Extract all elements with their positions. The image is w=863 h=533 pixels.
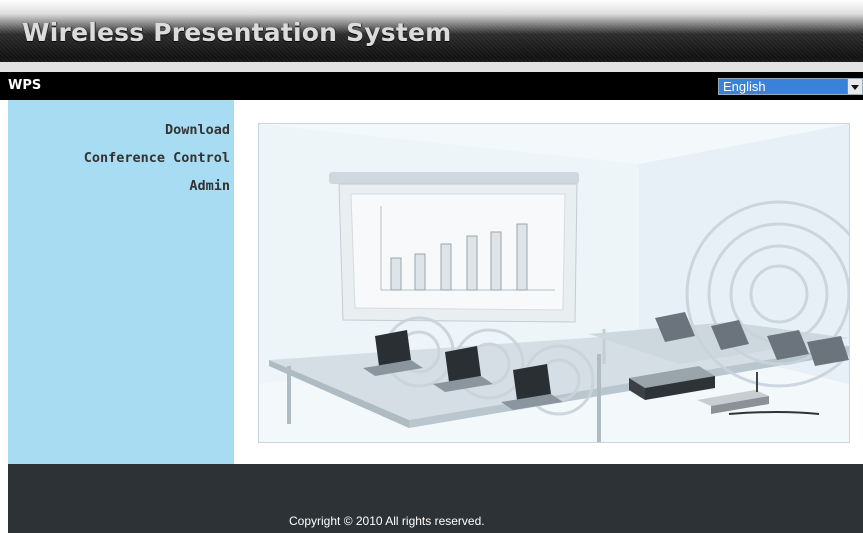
app-title: Wireless Presentation System: [22, 18, 452, 47]
conference-room-image: [259, 124, 849, 442]
copyright-text: Copyright © 2010 All rights reserved.: [289, 514, 485, 528]
language-select[interactable]: English: [718, 78, 863, 95]
language-select-value: English: [723, 79, 766, 94]
sidebar-item-download[interactable]: Download: [165, 122, 230, 138]
sidebar-item-conference-control[interactable]: Conference Control: [84, 150, 230, 166]
header-banner: Wireless Presentation System: [0, 0, 863, 62]
chevron-down-icon[interactable]: [847, 79, 862, 94]
sidebar-item-admin[interactable]: Admin: [189, 178, 230, 194]
brand-label: WPS: [8, 78, 42, 93]
conference-room-illustration: [258, 123, 850, 443]
sidebar: Download Conference Control Admin: [8, 100, 234, 464]
header-separator: [0, 62, 863, 72]
